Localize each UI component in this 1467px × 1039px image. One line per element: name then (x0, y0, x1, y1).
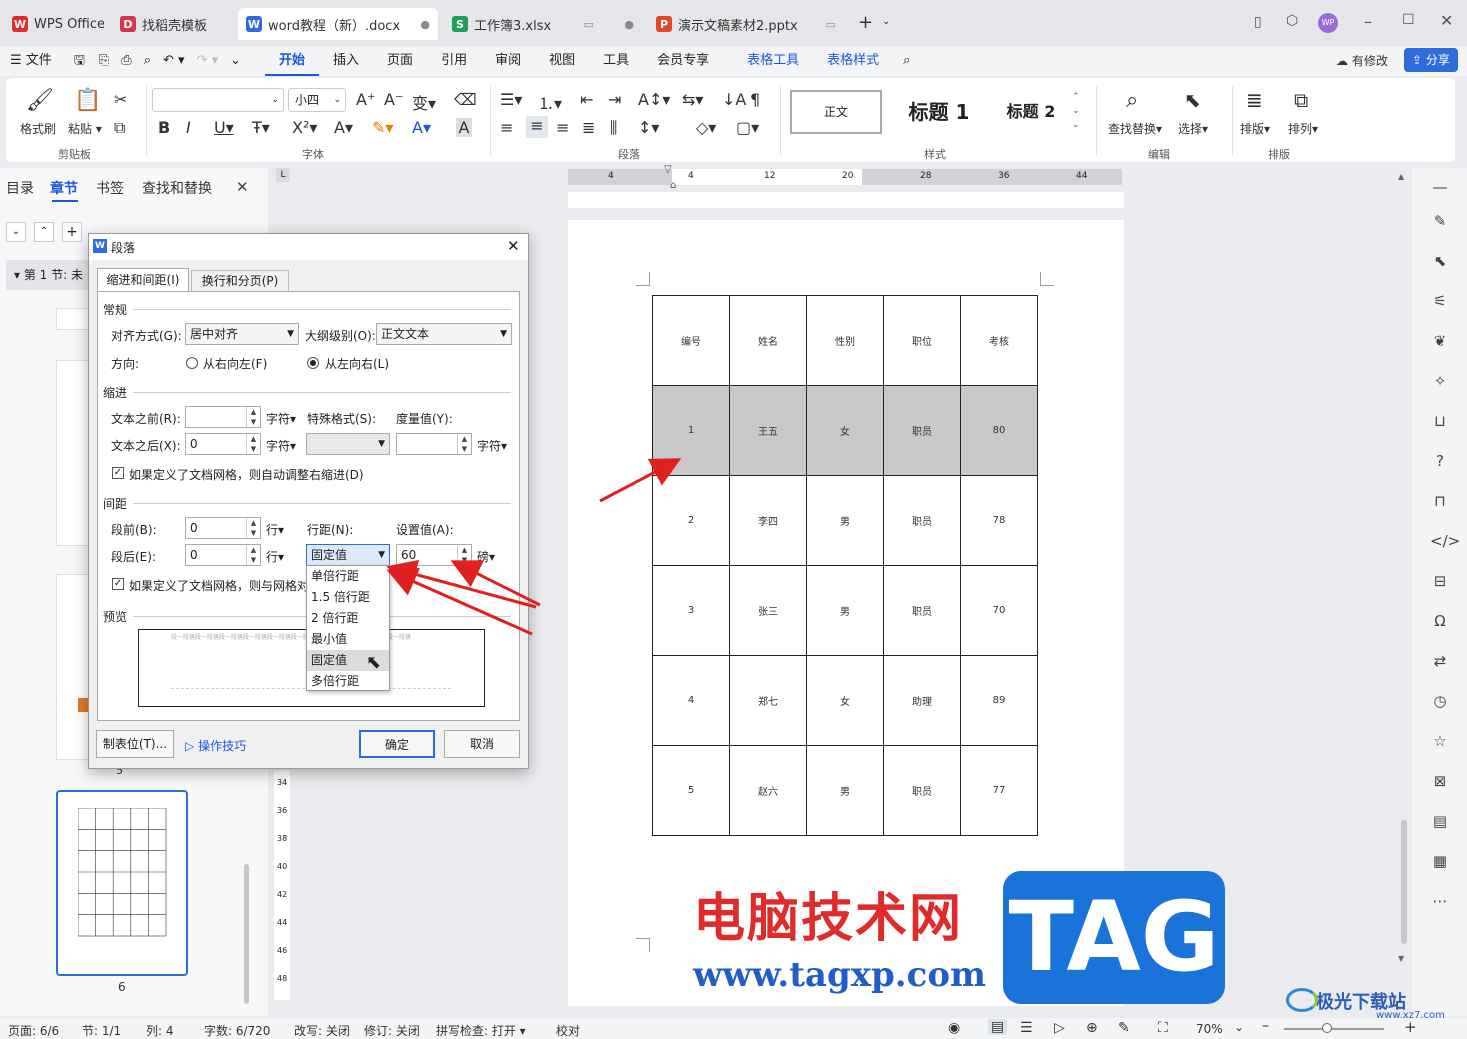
arrow-to-line-spacing (386, 559, 537, 609)
arrow-to-exactly-option (386, 568, 533, 636)
arrow-to-table-row (599, 458, 682, 503)
arrow-to-set-value (450, 560, 541, 607)
annotation-arrows (386, 458, 682, 636)
